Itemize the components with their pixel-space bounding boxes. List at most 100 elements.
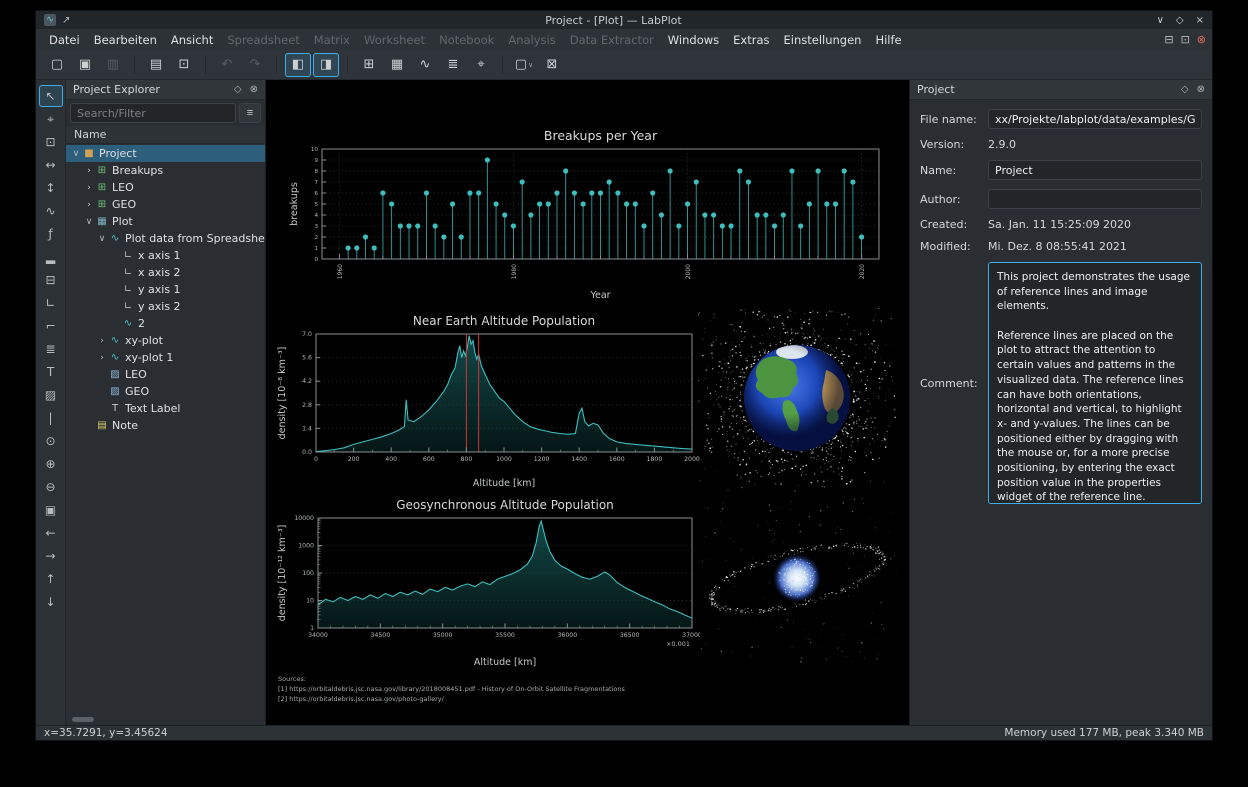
tree-item-leo[interactable]: › ⊞ LEO bbox=[66, 179, 265, 196]
worksheet-view[interactable]: Breakups per Year 0 1 2 3 4 5 6 7 8 9 10 1960 1980 200… bbox=[266, 80, 909, 725]
add-reference-line-button[interactable]: | bbox=[39, 407, 63, 429]
add-image-icon: ▨ bbox=[44, 388, 57, 402]
add-legend-button[interactable]: ≣ bbox=[39, 338, 63, 360]
maximize-window-button[interactable]: ◇ bbox=[1176, 15, 1184, 26]
float-panel-icon[interactable]: ◇ bbox=[1181, 84, 1189, 95]
tree-column-header[interactable]: Name bbox=[66, 126, 265, 144]
mdi-minimize-button[interactable]: ⊟ bbox=[1164, 33, 1173, 46]
undo-button[interactable]: ↶ bbox=[214, 53, 240, 77]
tree-item-xy-plot[interactable]: › ∿ xy-plot bbox=[66, 332, 265, 349]
titlebar[interactable]: ∿ ↗ Project - [Plot] — LabPlot ∨ ◇ × bbox=[36, 11, 1212, 29]
horizontal-scrollbar[interactable] bbox=[72, 717, 94, 722]
tree-item-breakups[interactable]: › ⊞ Breakups bbox=[66, 162, 265, 179]
expander-icon[interactable]: ∨ bbox=[70, 149, 82, 159]
expander-icon[interactable]: › bbox=[83, 166, 95, 176]
zoom-select-tool-button[interactable]: ⊡ bbox=[39, 131, 63, 153]
window-title: Project - [Plot] — LabPlot bbox=[545, 13, 682, 27]
expander-icon[interactable]: ∨ bbox=[96, 234, 108, 244]
expander-icon[interactable]: › bbox=[83, 200, 95, 210]
menu-datei[interactable]: Datei bbox=[42, 31, 87, 49]
crosshair-tool-button[interactable]: ⌖ bbox=[39, 108, 63, 130]
comment-textarea[interactable] bbox=[988, 262, 1202, 504]
new-matrix-button[interactable]: ▦ bbox=[384, 53, 410, 77]
shift-right-button[interactable]: → bbox=[39, 545, 63, 567]
open-project-button[interactable]: ▣ bbox=[72, 53, 98, 77]
menu-extras[interactable]: Extras bbox=[726, 31, 776, 49]
float-panel-icon[interactable]: ◇ bbox=[234, 84, 242, 95]
tree-item-leo[interactable]: ▨ LEO bbox=[66, 366, 265, 383]
menu-ansicht[interactable]: Ansicht bbox=[164, 31, 220, 49]
tree-item-x-axis-2[interactable]: ∟ x axis 2 bbox=[66, 264, 265, 281]
tree-item-note[interactable]: ▤ Note bbox=[66, 417, 265, 434]
menubar: Datei Bearbeiten Ansicht Spreadsheet Matrix W… bbox=[36, 29, 1212, 50]
geo-ring-image[interactable] bbox=[700, 498, 898, 664]
shift-left-button[interactable]: ← bbox=[39, 522, 63, 544]
new-worksheet-button[interactable]: ∿ bbox=[412, 53, 438, 77]
tree-item-y-axis-2[interactable]: ∟ y axis 2 bbox=[66, 298, 265, 315]
author-input[interactable] bbox=[988, 189, 1202, 209]
zoom-y-select-tool-button[interactable]: ↕ bbox=[39, 177, 63, 199]
redo-button[interactable]: ↷ bbox=[242, 53, 268, 77]
modified-row: Modified: Mi. Dez. 8 08:55:41 2021 bbox=[920, 240, 1202, 253]
shift-down-button[interactable]: ↓ bbox=[39, 591, 63, 613]
tree-item-2[interactable]: ∿ 2 bbox=[66, 315, 265, 332]
print-button[interactable]: ▤ bbox=[143, 53, 169, 77]
expander-icon[interactable]: ∨ bbox=[83, 217, 95, 227]
new-spreadsheet-button[interactable]: ⊞ bbox=[356, 53, 382, 77]
add-axis-horizontal-button[interactable]: ∟ bbox=[39, 292, 63, 314]
add-axis-vertical-button[interactable]: ⌐ bbox=[39, 315, 63, 337]
expander-icon[interactable]: › bbox=[96, 353, 108, 363]
close-window-button[interactable]: × bbox=[1196, 15, 1204, 26]
add-image-button[interactable]: ▨ bbox=[39, 384, 63, 406]
add-boxplot-button[interactable]: ⊟ bbox=[39, 269, 63, 291]
chart-geosynchronous-altitude[interactable]: Geosynchronous Altitude Population 1 10 100… bbox=[276, 494, 700, 671]
tree-item-xy-plot-1[interactable]: › ∿ xy-plot 1 bbox=[66, 349, 265, 366]
menu-einstellungen[interactable]: Einstellungen bbox=[777, 31, 869, 49]
file-name-input[interactable] bbox=[988, 109, 1202, 129]
shade-window-button[interactable]: ∨ bbox=[1157, 15, 1164, 26]
new-document-button[interactable]: ▢ ∨ bbox=[511, 53, 537, 77]
print-preview-button[interactable]: ⊡ bbox=[171, 53, 197, 77]
tree-item-project[interactable]: ∨ ■ Project bbox=[66, 145, 265, 162]
tree-item-plot[interactable]: ∨ ▦ Plot bbox=[66, 213, 265, 230]
zoom-x-select-tool-button[interactable]: ↔ bbox=[39, 154, 63, 176]
expander-icon[interactable]: › bbox=[83, 183, 95, 193]
search-input[interactable] bbox=[70, 103, 236, 123]
tree-item-plot-data-from-spreadsheet[interactable]: ∨ ∿ Plot data from Spreadsheet bbox=[66, 230, 265, 247]
filter-options-button[interactable]: ≡ bbox=[239, 103, 261, 123]
shift-up-button[interactable]: ↑ bbox=[39, 568, 63, 590]
chart-near-earth-altitude[interactable]: Near Earth Altitude Population 0.0 1.4 2.8 4… bbox=[276, 310, 700, 492]
menu-hilfe[interactable]: Hilfe bbox=[868, 31, 908, 49]
mdi-restore-button[interactable]: ⊡ bbox=[1181, 33, 1190, 46]
tree-item-geo[interactable]: ▨ GEO bbox=[66, 383, 265, 400]
save-project-button[interactable]: ▥ bbox=[100, 53, 126, 77]
tree-item-geo[interactable]: › ⊞ GEO bbox=[66, 196, 265, 213]
select-tool-button[interactable]: ↖ bbox=[38, 85, 63, 107]
add-histogram-button[interactable]: ▂ bbox=[39, 246, 63, 268]
zoom-out-button[interactable]: ⊖ bbox=[39, 476, 63, 498]
add-xy-curve-button[interactable]: ∿ bbox=[39, 200, 63, 222]
add-text-label-button[interactable]: T bbox=[39, 361, 63, 383]
new-project-button[interactable]: ▢ bbox=[44, 53, 70, 77]
data-extractor-button[interactable]: ⌖ bbox=[468, 53, 494, 77]
tree-item-text-label[interactable]: T Text Label bbox=[66, 400, 265, 417]
export-button[interactable]: ⊠ bbox=[539, 53, 565, 77]
menu-bearbeiten[interactable]: Bearbeiten bbox=[87, 31, 164, 49]
toggle-project-explorer-button[interactable]: ◧ bbox=[285, 52, 311, 77]
name-input[interactable] bbox=[988, 160, 1202, 180]
earth-debris-image[interactable] bbox=[698, 308, 898, 492]
chart-breakups-per-year[interactable]: Breakups per Year 0 1 2 3 4 5 6 7 8 9 10 1960 1980 200… bbox=[288, 125, 893, 305]
close-panel-icon[interactable]: ⊗ bbox=[1197, 84, 1205, 95]
tree-item-y-axis-1[interactable]: ∟ y axis 1 bbox=[66, 281, 265, 298]
menu-windows[interactable]: Windows bbox=[661, 31, 726, 49]
zoom-in-button[interactable]: ⊕ bbox=[39, 453, 63, 475]
new-notebook-button[interactable]: ≣ bbox=[440, 53, 466, 77]
toggle-properties-explorer-button[interactable]: ◨ bbox=[313, 52, 339, 77]
close-panel-icon[interactable]: ⊗ bbox=[250, 84, 258, 95]
add-custom-point-button[interactable]: ⊙ bbox=[39, 430, 63, 452]
mdi-close-button[interactable]: ⊗ bbox=[1197, 33, 1206, 46]
add-equation-curve-button[interactable]: ƒ bbox=[39, 223, 63, 245]
expander-icon[interactable]: › bbox=[96, 336, 108, 346]
tree-item-x-axis-1[interactable]: ∟ x axis 1 bbox=[66, 247, 265, 264]
zoom-fit-button[interactable]: ▣ bbox=[39, 499, 63, 521]
